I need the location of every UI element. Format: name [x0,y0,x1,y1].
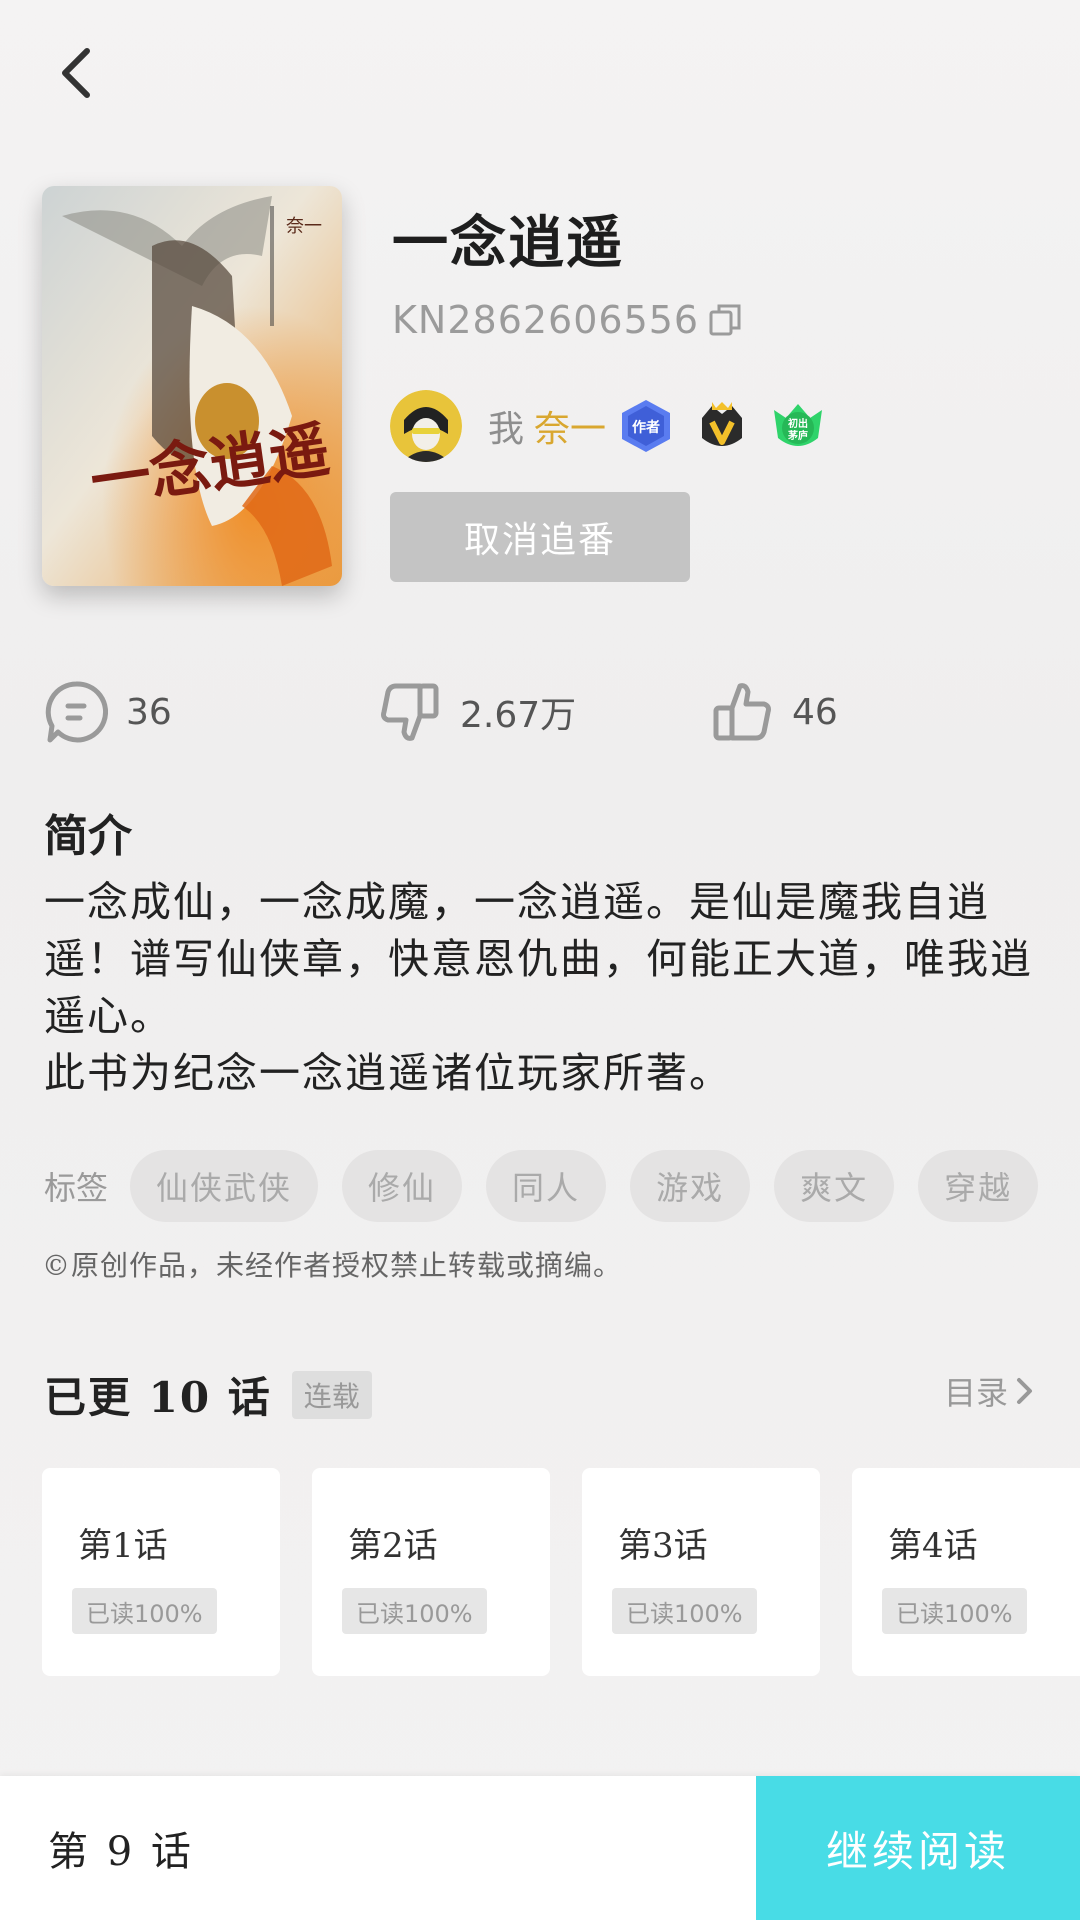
vip-badge-icon [702,402,743,446]
back-button[interactable] [40,38,110,108]
chevron-right-icon [1017,1378,1032,1404]
tag-chip[interactable]: 同人 [486,1150,607,1222]
chapter-name: 第1话 [78,1526,168,1566]
chapter-card[interactable]: 第1话 已读100% [42,1468,280,1676]
copy-icon[interactable] [707,302,743,338]
read-progress-badge: 已读100% [342,1588,487,1634]
intro-heading: 简介 [44,811,132,862]
intro-text: 一念成仙，一念成魔，一念逍遥。是仙是魔我自逍遥！谱写仙侠章，快意恩仇曲，何能正大… [44,878,1033,1097]
continue-reading-button[interactable]: 继续阅读 [756,1776,1080,1920]
comment-icon [45,681,108,743]
dislikes-stat[interactable]: 2.67万 [378,676,576,748]
svg-text:初出: 初出 [788,417,808,430]
newcomer-badge-icon: 初出 茅庐 [774,404,823,446]
chapter-name: 第3话 [618,1526,708,1566]
tags-label: 标签 [44,1169,109,1207]
author-badge-icon: 作者 [622,400,671,452]
serial-status-badge: 连载 [291,1370,372,1419]
svg-text:作者: 作者 [632,419,660,436]
author-avatar[interactable] [390,390,462,462]
chapter-name: 第4话 [888,1526,978,1566]
read-progress-badge: 已读100% [612,1588,757,1634]
chevron-left-icon [62,48,90,98]
book-id: KN2862606556 [392,298,700,342]
unfollow-button[interactable]: 取消追番 [390,492,690,582]
tag-chip[interactable]: 仙侠武侠 [130,1150,319,1222]
copyright-notice: ©原创作品，未经作者授权禁止转载或摘编。 [42,1249,623,1282]
tag-chip[interactable]: 爽文 [774,1150,895,1222]
current-chapter[interactable]: 第 9 话 [48,1776,194,1920]
dislikes-count: 2.67万 [460,695,577,736]
me-label: 我 [488,409,525,450]
chapter-card[interactable]: 第2话 已读100% [312,1468,550,1676]
comments-stat[interactable]: 36 [44,676,172,748]
author-row[interactable]: 我 奈一 作者 初出 茅庐 [390,390,846,462]
author-name[interactable]: 奈一 [534,400,606,452]
chapters-header: 已更 10 话 连载 [44,1364,372,1425]
book-cover[interactable]: 奈一 一念逍遥 [42,186,342,586]
tags-row: 标签 仙侠武侠 修仙 同人 游戏 爽文 穿越 [44,1150,1062,1222]
toc-link[interactable]: 目录 [944,1368,1036,1414]
toc-label: 目录 [943,1374,1008,1412]
thumbs-up-icon [713,683,771,741]
book-id-row: KN2862606556 [392,298,743,342]
comments-count: 36 [126,691,172,733]
thumbs-down-icon [381,683,439,741]
tag-chip[interactable]: 游戏 [630,1150,751,1222]
read-progress-badge: 已读100% [72,1588,217,1634]
cover-author-text: 奈一 [286,216,322,237]
chapter-card[interactable]: 第3话 已读100% [582,1468,820,1676]
read-progress-badge: 已读100% [882,1588,1027,1634]
likes-count: 46 [792,691,838,733]
likes-stat[interactable]: 46 [710,676,838,748]
bottom-bar: 第 9 话 继续阅读 [0,1776,1080,1920]
cover-art: 奈一 一念逍遥 [42,186,342,586]
book-title: 一念逍遥 [392,210,624,276]
chapter-name: 第2话 [348,1526,438,1566]
tag-chip[interactable]: 修仙 [342,1150,463,1222]
tag-chip[interactable]: 穿越 [918,1150,1039,1222]
svg-text:茅庐: 茅庐 [788,429,808,442]
updated-count: 已更 10 话 [44,1373,272,1422]
chapter-card[interactable]: 第4话 已读100% [852,1468,1080,1676]
